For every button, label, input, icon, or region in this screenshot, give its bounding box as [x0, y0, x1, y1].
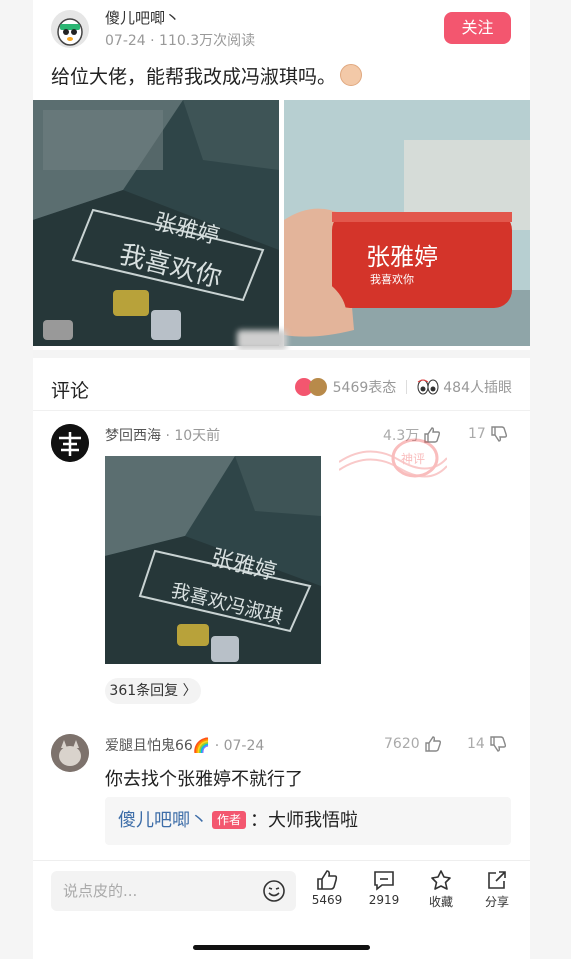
cat-avatar-icon — [51, 734, 89, 772]
reply-author[interactable]: 傻儿吧唧丶 — [118, 810, 208, 831]
share-action[interactable]: 分享 — [475, 869, 519, 910]
view-replies-button[interactable]: 361条回复 〉 — [105, 678, 201, 704]
post-reads: 110.3万次阅读 — [159, 33, 256, 49]
emoji-picker-icon[interactable] — [262, 879, 286, 903]
calligraphy-avatar-icon — [51, 424, 89, 462]
thumb-down-icon — [491, 426, 507, 442]
dislike-count: 17 — [468, 426, 486, 442]
comment-time: 07-24 — [223, 738, 265, 754]
home-indicator[interactable] — [193, 945, 370, 950]
post-meta: 07-24 · 110.3万次阅读 — [105, 30, 255, 50]
can-text-line2: 我喜欢你 — [370, 272, 414, 286]
thumb-up-icon — [424, 736, 441, 752]
reactions-divider — [406, 380, 408, 394]
reply-colon: ： — [250, 810, 269, 831]
comment-text: 你去找个张雅婷不就行了 — [105, 769, 303, 790]
commenter-name[interactable]: 梦回西海 — [105, 428, 161, 444]
stamp-text: 神评 — [401, 452, 425, 466]
commenter-avatar[interactable] — [51, 424, 89, 462]
hot-comment-stamp-icon: 神评 — [339, 438, 447, 478]
author-badge: 作者 — [212, 811, 247, 829]
post-page: 傻儿吧唧丶 07-24 · 110.3万次阅读 关注 给位大佬，能帮我改成冯淑琪… — [33, 0, 530, 959]
share-label: 分享 — [484, 895, 509, 909]
reactions-count: 5469表态 — [332, 380, 397, 396]
reply-text: 大师我悟啦 — [268, 810, 359, 831]
comment-time: 10天前 — [174, 428, 221, 444]
comment-action[interactable]: 2919 — [362, 869, 406, 907]
comment-meta: 爱腿且怕鬼66🌈 · 07-24 — [105, 735, 264, 755]
author-reply[interactable]: 傻儿吧唧丶 作者 ：大师我悟啦 — [105, 797, 511, 845]
thumb-down-icon — [490, 736, 506, 752]
comment-image[interactable]: 张雅婷 我喜欢冯淑琪 — [105, 456, 321, 664]
thumb-up-icon — [317, 870, 338, 890]
commenter-avatar[interactable] — [51, 734, 89, 772]
post-date: 07-24 — [105, 33, 146, 49]
section-separator — [33, 350, 530, 358]
blurred-watermark — [237, 330, 287, 350]
comments-title: 评论 — [51, 380, 90, 402]
header-line — [33, 410, 530, 411]
favorite-label: 收藏 — [428, 895, 453, 909]
can-text-line1: 张雅婷 — [366, 243, 438, 271]
dislike-count: 14 — [467, 736, 485, 752]
eyes-icon — [417, 379, 439, 395]
comment-dislike-button[interactable]: 17 — [468, 425, 508, 443]
like-action[interactable]: 5469 — [305, 869, 349, 907]
star-icon — [431, 870, 451, 890]
comment-input[interactable]: 说点皮的... — [51, 871, 296, 911]
hat-reaction-icon — [308, 378, 327, 396]
author-name[interactable]: 傻儿吧唧丶 — [105, 7, 180, 28]
like-action-count: 5469 — [311, 893, 343, 907]
follow-button[interactable]: 关注 — [444, 12, 511, 44]
post-text: 给位大佬，能帮我改成冯淑琪吗。 — [51, 62, 363, 89]
meta-dot: · — [150, 33, 160, 49]
comment-like-button[interactable]: 7620 — [384, 735, 442, 753]
post-image-street[interactable]: 张雅婷 我喜欢你 — [33, 100, 279, 346]
comment-dislike-button[interactable]: 14 — [467, 735, 507, 753]
like-count: 7620 — [384, 736, 420, 752]
penguin-avatar-icon — [51, 10, 89, 48]
smirk-emoji-icon — [340, 64, 363, 86]
favorite-action[interactable]: 收藏 — [419, 869, 463, 910]
comment-input-placeholder: 说点皮的... — [63, 882, 138, 900]
share-icon — [488, 871, 506, 889]
inserts-count: 484人插眼 — [443, 380, 512, 396]
author-avatar[interactable] — [51, 10, 89, 48]
post-image-can[interactable]: 张雅婷 我喜欢你 — [284, 100, 530, 346]
comment-bubble-icon — [374, 871, 394, 891]
commenter-name[interactable]: 爱腿且怕鬼66🌈 — [105, 738, 210, 754]
bottom-action-bar: 说点皮的... 5469 2919 收藏 分享 — [33, 860, 530, 959]
post-text-content: 给位大佬，能帮我改成冯淑琪吗。 — [51, 66, 337, 88]
comment-action-count: 2919 — [368, 893, 400, 907]
comment-meta: 梦回西海 · 10天前 — [105, 425, 220, 445]
reactions-summary[interactable]: 5469表态 484人插眼 — [294, 377, 512, 397]
meta-dot: · — [214, 738, 224, 754]
